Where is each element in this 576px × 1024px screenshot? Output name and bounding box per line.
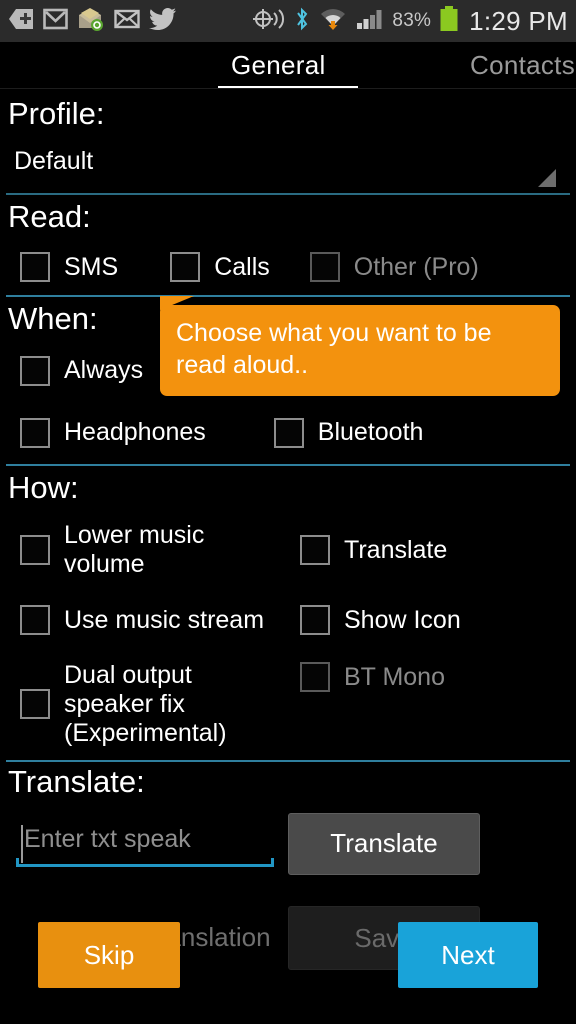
battery-percent-label: 83% (392, 10, 432, 31)
profile-spinner[interactable]: Default (6, 137, 570, 193)
checkbox-label: SMS (64, 252, 119, 281)
input-underline-tick-left (16, 857, 19, 867)
checkbox-label: Other (Pro) (353, 252, 479, 281)
checkbox-label: Lower music volume (64, 521, 205, 579)
checkbox-headphones[interactable]: Headphones (20, 417, 206, 448)
checkbox-other-pro: Other (Pro) (309, 252, 479, 283)
signal-icon (356, 7, 384, 36)
clock-label: 1:29 PM (469, 5, 568, 36)
checkbox-lower-music-volume[interactable]: Lower music volume (20, 521, 300, 579)
skip-button[interactable]: Skip (38, 922, 180, 988)
how-row-1: Lower music volume Translate (0, 508, 576, 592)
checkbox-box-icon (20, 689, 50, 720)
settings-content: Profile: Default Read: SMS Calls Other (… (0, 92, 576, 881)
translate-button[interactable]: Translate (288, 812, 480, 875)
tab-bar-divider (0, 88, 576, 89)
checkbox-box-icon (309, 252, 340, 283)
checkbox-box-icon (20, 355, 50, 386)
checkbox-label: Headphones (64, 418, 206, 447)
checkbox-box-icon (20, 535, 50, 566)
battery-icon (439, 5, 459, 37)
translate-section: Translate: Translate (0, 762, 576, 881)
input-underline-tick-right (271, 857, 274, 867)
checkbox-label: BT Mono (344, 662, 445, 691)
chevron-down-icon (538, 168, 556, 187)
checkbox-dual-output-speaker-fix[interactable]: Dual output speaker fix (Experimental) (20, 661, 300, 747)
checkbox-use-music-stream[interactable]: Use music stream (20, 605, 300, 636)
app-screen: 83% 1:29 PM General Contacts Profile: De… (0, 0, 576, 1024)
translate-input-wrapper (16, 820, 274, 867)
bottom-action-bar: Enter Translation Save Skip Next (0, 900, 576, 1024)
checkbox-box-icon (300, 605, 330, 636)
wifi-icon (318, 7, 348, 36)
how-section: How: Lower music volume Translate Use mu… (0, 466, 576, 763)
tab-bar: General Contacts (0, 42, 576, 92)
tab-contacts[interactable]: Contacts (470, 50, 575, 81)
checkbox-box-icon (20, 252, 50, 283)
text-cursor-icon (21, 824, 23, 863)
status-bar-notification-icons (0, 7, 177, 36)
profile-section-title: Profile: (8, 96, 105, 131)
gmail-icon (43, 7, 68, 36)
tab-general[interactable]: General (231, 50, 326, 81)
read-section-title: Read: (8, 198, 91, 234)
bluetooth-icon (294, 7, 310, 36)
profile-spinner-value: Default (14, 146, 94, 175)
checkbox-show-icon[interactable]: Show Icon (300, 605, 461, 636)
checkbox-calls[interactable]: Calls (170, 252, 270, 283)
translate-section-title: Translate: (8, 764, 145, 800)
checkbox-box-icon (300, 535, 330, 566)
checkbox-label: Always (64, 356, 144, 385)
checkbox-translate[interactable]: Translate (300, 535, 448, 566)
next-button[interactable]: Next (398, 922, 538, 988)
checkbox-label: Show Icon (344, 605, 461, 634)
how-row-3: Dual output speaker fix (Experimental) B… (0, 648, 576, 760)
status-bar: 83% 1:29 PM (0, 0, 576, 42)
checkbox-box-icon (273, 417, 304, 448)
read-section: Read: SMS Calls Other (Pro) (0, 195, 576, 298)
tab-list: General Contacts (0, 42, 576, 88)
checkbox-always[interactable]: Always (20, 355, 144, 386)
translate-input-row: Translate (0, 807, 576, 881)
checkbox-bluetooth[interactable]: Bluetooth (273, 417, 424, 448)
how-row-2: Use music stream Show Icon (0, 592, 576, 648)
coach-tooltip[interactable]: Choose what you want to be read aloud.. (160, 305, 560, 396)
envelope-icon (114, 7, 140, 36)
when-device-row: Headphones Bluetooth (0, 402, 576, 464)
mail-badge-icon (77, 7, 105, 36)
translate-input[interactable] (16, 820, 274, 867)
location-icon (252, 7, 286, 36)
checkbox-box-icon (170, 252, 201, 283)
checkbox-label: Use music stream (64, 605, 265, 634)
checkbox-box-icon (20, 417, 50, 448)
read-options-row: SMS Calls Other (Pro) (0, 239, 576, 295)
checkbox-sms[interactable]: SMS (20, 252, 119, 283)
checkbox-label: Bluetooth (317, 418, 424, 447)
download-plus-icon (8, 7, 34, 36)
checkbox-label: Translate (344, 535, 448, 564)
checkbox-box-icon (20, 605, 50, 636)
twitter-icon (148, 7, 177, 36)
checkbox-label: Dual output speaker fix (Experimental) (64, 661, 227, 747)
checkbox-bt-mono: BT Mono (300, 662, 445, 693)
how-section-title: How: (8, 469, 79, 505)
checkbox-box-icon (300, 662, 330, 693)
checkbox-label: Calls (214, 252, 270, 281)
profile-section: Profile: Default (0, 92, 576, 195)
status-bar-system-icons: 83% 1:29 PM (252, 5, 576, 37)
